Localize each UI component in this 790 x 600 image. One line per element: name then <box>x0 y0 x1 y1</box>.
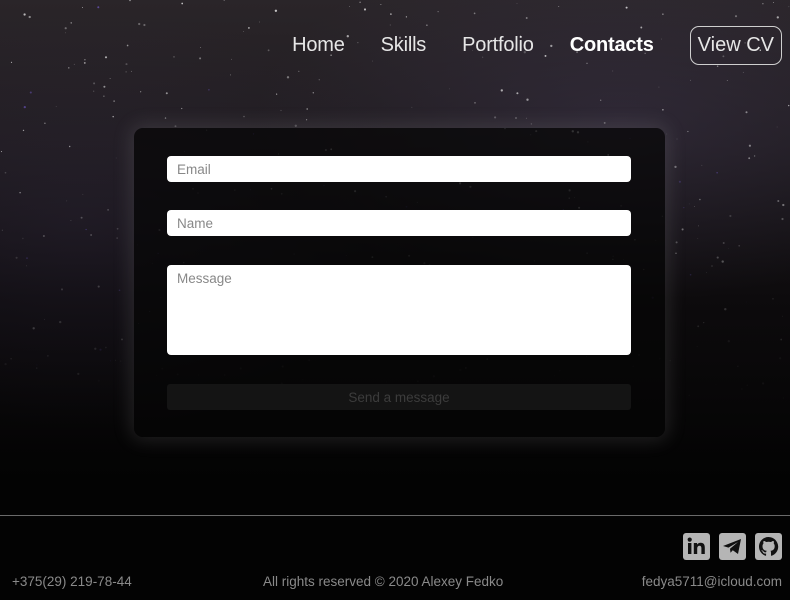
view-cv-button[interactable]: View CV <box>689 25 782 65</box>
contact-form: Send a message <box>134 128 665 437</box>
name-field[interactable] <box>167 210 631 236</box>
email-field[interactable] <box>167 156 631 182</box>
footer-divider <box>0 515 790 516</box>
send-message-button[interactable]: Send a message <box>167 384 631 410</box>
nav-skills[interactable]: Skills <box>381 34 427 57</box>
nav-contacts[interactable]: Contacts <box>570 34 654 57</box>
nav-portfolio[interactable]: Portfolio <box>462 34 534 57</box>
telegram-icon[interactable] <box>719 533 746 560</box>
linkedin-icon[interactable] <box>683 533 710 560</box>
nav-home[interactable]: Home <box>292 34 345 57</box>
main-nav: Home Skills Portfolio Contacts View CV <box>256 25 782 65</box>
footer-copyright: All rights reserved © 2020 Alexey Fedko <box>263 574 504 589</box>
footer-phone: +375(29) 219-78-44 <box>12 574 132 589</box>
message-field[interactable] <box>167 265 631 355</box>
social-links <box>683 533 782 560</box>
footer-email[interactable]: fedya5711@icloud.com <box>642 574 782 589</box>
github-icon[interactable] <box>755 533 782 560</box>
